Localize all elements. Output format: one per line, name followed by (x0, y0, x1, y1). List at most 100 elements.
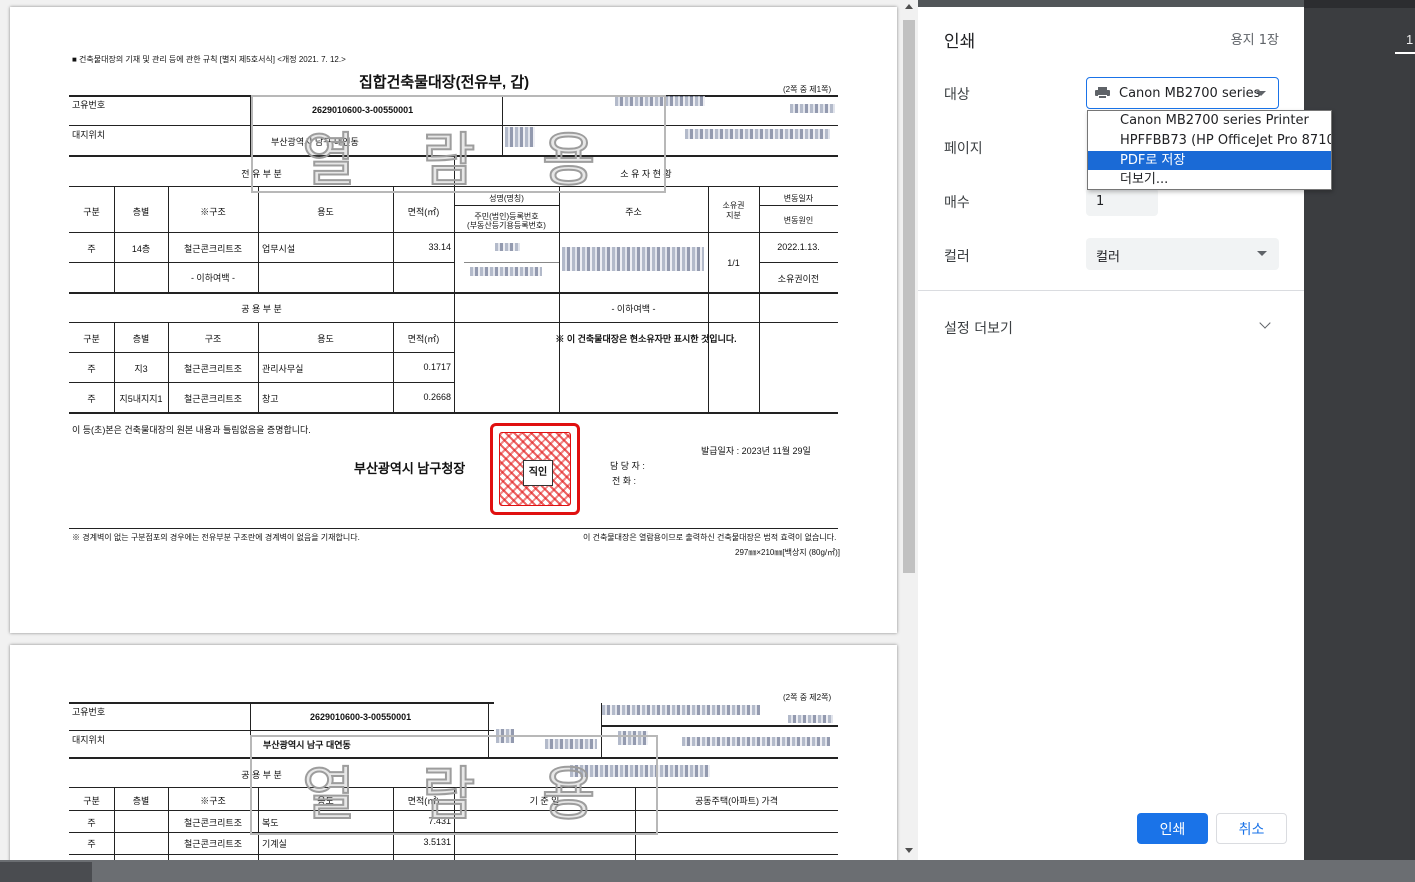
color-label: 컬러 (944, 249, 970, 265)
more-settings-toggle[interactable]: 설정 더보기 (944, 318, 1013, 338)
excl-change-reason: 소유권이전 (777, 274, 820, 284)
common-row-1-gubun: 주 (87, 364, 96, 374)
watermark-char-1: 열 (301, 125, 356, 195)
excl-floor: 14층 (131, 244, 151, 254)
cancel-button[interactable]: 취소 (1216, 813, 1287, 844)
common-col-area: 면적(㎡) (407, 334, 440, 344)
owner-blank-below: - 이하여백 - (611, 304, 656, 314)
page2-unique-no: 2629010600-3-00550001 (310, 712, 412, 722)
col-change-reason: 변동원인 (783, 216, 814, 225)
page-indicator: 1 (1406, 32, 1414, 47)
dropdown-option-canon[interactable]: Canon MB2700 series Printer (1088, 111, 1331, 130)
panel-divider (918, 290, 1304, 291)
chevron-down-icon[interactable] (1259, 317, 1271, 329)
page-number: (2쪽 중 제1쪽) (783, 85, 832, 94)
destination-value: Canon MB2700 series Printer (1119, 86, 1264, 101)
common-col-structure: 구조 (204, 334, 222, 344)
issue-date: 발급일자 : 2023년 11월 29일 (701, 446, 811, 456)
destination-dropdown[interactable]: Canon MB2700 series Printer HPFFBB73 (HP… (1087, 110, 1332, 190)
page2-row-2-gubun: 주 (87, 839, 96, 849)
background-right-top (1304, 0, 1415, 8)
common-row-2-structure: 철근콘크리트조 (184, 394, 242, 404)
col-floor: 층별 (132, 207, 150, 217)
issuer: 부산광역시 남구청장 (354, 461, 466, 476)
excl-usage: 업무시설 (262, 244, 296, 254)
page2-col-floor: 층별 (132, 796, 150, 806)
scroll-down-arrow-icon[interactable] (905, 848, 913, 853)
header-note: ■ 건축물대장의 기재 및 관리 등에 관한 규칙 [별지 제5호서식] <개정… (72, 55, 346, 64)
destination-select[interactable]: Canon MB2700 series Printer (1086, 77, 1279, 109)
page2-unique-no-label: 고유번호 (72, 707, 106, 717)
dropdown-option-more[interactable]: 더보기... (1088, 170, 1331, 189)
staff-label: 담 당 자 : (610, 461, 645, 471)
common-row-1-usage: 관리사무실 (262, 364, 304, 374)
preview-page-1: ■ 건축물대장의 기재 및 관리 등에 관한 규칙 [별지 제5호서식] <개정… (10, 7, 897, 633)
watermark-char-3: 용 (541, 125, 596, 195)
common-row-1-floor: 지3 (134, 364, 148, 374)
background-bottom-dark (0, 862, 92, 882)
col-owner-id2: (부동산등기용등록번호) (467, 221, 546, 230)
common-part-heading: 공 용 부 분 (241, 304, 282, 314)
page2-row-2-usage: 기계실 (262, 839, 287, 849)
location-label: 대지위치 (72, 130, 106, 140)
page2-watermark-char-1: 열 (301, 759, 356, 829)
print-preview[interactable]: ■ 건축물대장의 기재 및 관리 등에 관한 규칙 [별지 제5호서식] <개정… (0, 0, 918, 860)
panel-title: 인쇄 (944, 32, 976, 52)
footnote-left: ※ 경계벽이 없는 구분점포의 경우에는 전유부분 구조란에 경계벽이 없음을 … (72, 533, 360, 542)
owner-notice: ※ 이 건축물대장은 현소유자만 표시한 것입니다. (555, 334, 737, 344)
caret-down-icon (1257, 251, 1267, 256)
footnote-right: 이 건축물대장은 열람용이므로 출력하신 건축물대장은 법적 효력이 없습니다. (583, 533, 837, 542)
common-row-1-structure: 철근콘크리트조 (184, 364, 242, 374)
background-bottom (0, 860, 1415, 882)
common-col-floor: 층별 (132, 334, 150, 344)
col-usage: 용도 (317, 207, 334, 217)
common-row-2-area: 0.2668 (423, 392, 451, 402)
paper-size: 297㎜×210㎜[백상지 (80g/㎡)] (735, 548, 841, 557)
destination-label: 대상 (944, 87, 970, 103)
page2-col-structure: ※구조 (200, 796, 226, 806)
page2-watermark-char-2: 람 (421, 759, 476, 829)
preview-scrollbar[interactable] (901, 0, 918, 860)
common-col-gubun: 구분 (83, 334, 100, 344)
page2-row-1-structure: 철근콘크리트조 (184, 818, 242, 828)
preview-page-2: (2쪽 중 제2쪽) 고유번호 2629010600-3-00550001 대지… (10, 645, 897, 860)
excl-blank-below: - 이하여백 - (190, 273, 236, 283)
excl-area: 33.14 (428, 242, 451, 252)
page2-watermark-char-3: 용 (541, 759, 596, 829)
page2-location-label: 대지위치 (72, 735, 106, 745)
common-col-usage: 용도 (317, 334, 334, 344)
col-gubun: 구분 (83, 207, 100, 217)
col-area: 면적(㎡) (407, 207, 440, 217)
scroll-thumb[interactable] (903, 20, 915, 573)
color-select[interactable]: 컬러 (1086, 238, 1279, 270)
unique-no-label: 고유번호 (72, 100, 106, 110)
copies-label: 매수 (944, 195, 970, 211)
document-title: 집합건축물대장(전유부, 갑) (359, 74, 530, 91)
dropdown-option-hp[interactable]: HPFFBB73 (HP OfficeJet Pro 8710) (1088, 131, 1331, 150)
official-seal: 직인 (490, 423, 580, 515)
page-indicator-underline (1395, 52, 1415, 54)
pages-label: 페이지 (944, 141, 983, 157)
page2-number: (2쪽 중 제2쪽) (783, 693, 832, 702)
certify-text: 이 등(초)본은 건축물대장의 원본 내용과 틀림없음을 증명합니다. (72, 425, 311, 435)
page2-col-price: 공동주택(아파트) 가격 (694, 796, 778, 806)
common-row-2-usage: 창고 (262, 394, 279, 404)
col-share2: 지분 (726, 211, 741, 220)
excl-change-date: 2022.1.13. (777, 242, 820, 252)
color-value: 컬러 (1096, 250, 1120, 265)
watermark-char-2: 람 (421, 125, 476, 195)
col-structure: ※구조 (200, 207, 226, 217)
dropdown-option-save-pdf[interactable]: PDF로 저장 (1088, 151, 1331, 170)
copies-input[interactable]: 1 (1086, 188, 1158, 216)
page2-row-2-area: 3.5131 (423, 837, 451, 847)
print-button[interactable]: 인쇄 (1137, 813, 1208, 844)
common-row-2-floor: 지5내지지1 (119, 394, 163, 404)
sheet-count: 용지 1장 (1230, 33, 1279, 48)
excl-share: 1/1 (727, 258, 740, 268)
page2-row-2-structure: 철근콘크리트조 (184, 839, 242, 849)
scroll-up-arrow-icon[interactable] (905, 4, 913, 9)
col-address: 주소 (625, 207, 642, 217)
excl-structure: 철근콘크리트조 (184, 244, 242, 254)
col-change-date: 변동일자 (783, 194, 814, 203)
seal-mark: 직인 (523, 460, 553, 486)
